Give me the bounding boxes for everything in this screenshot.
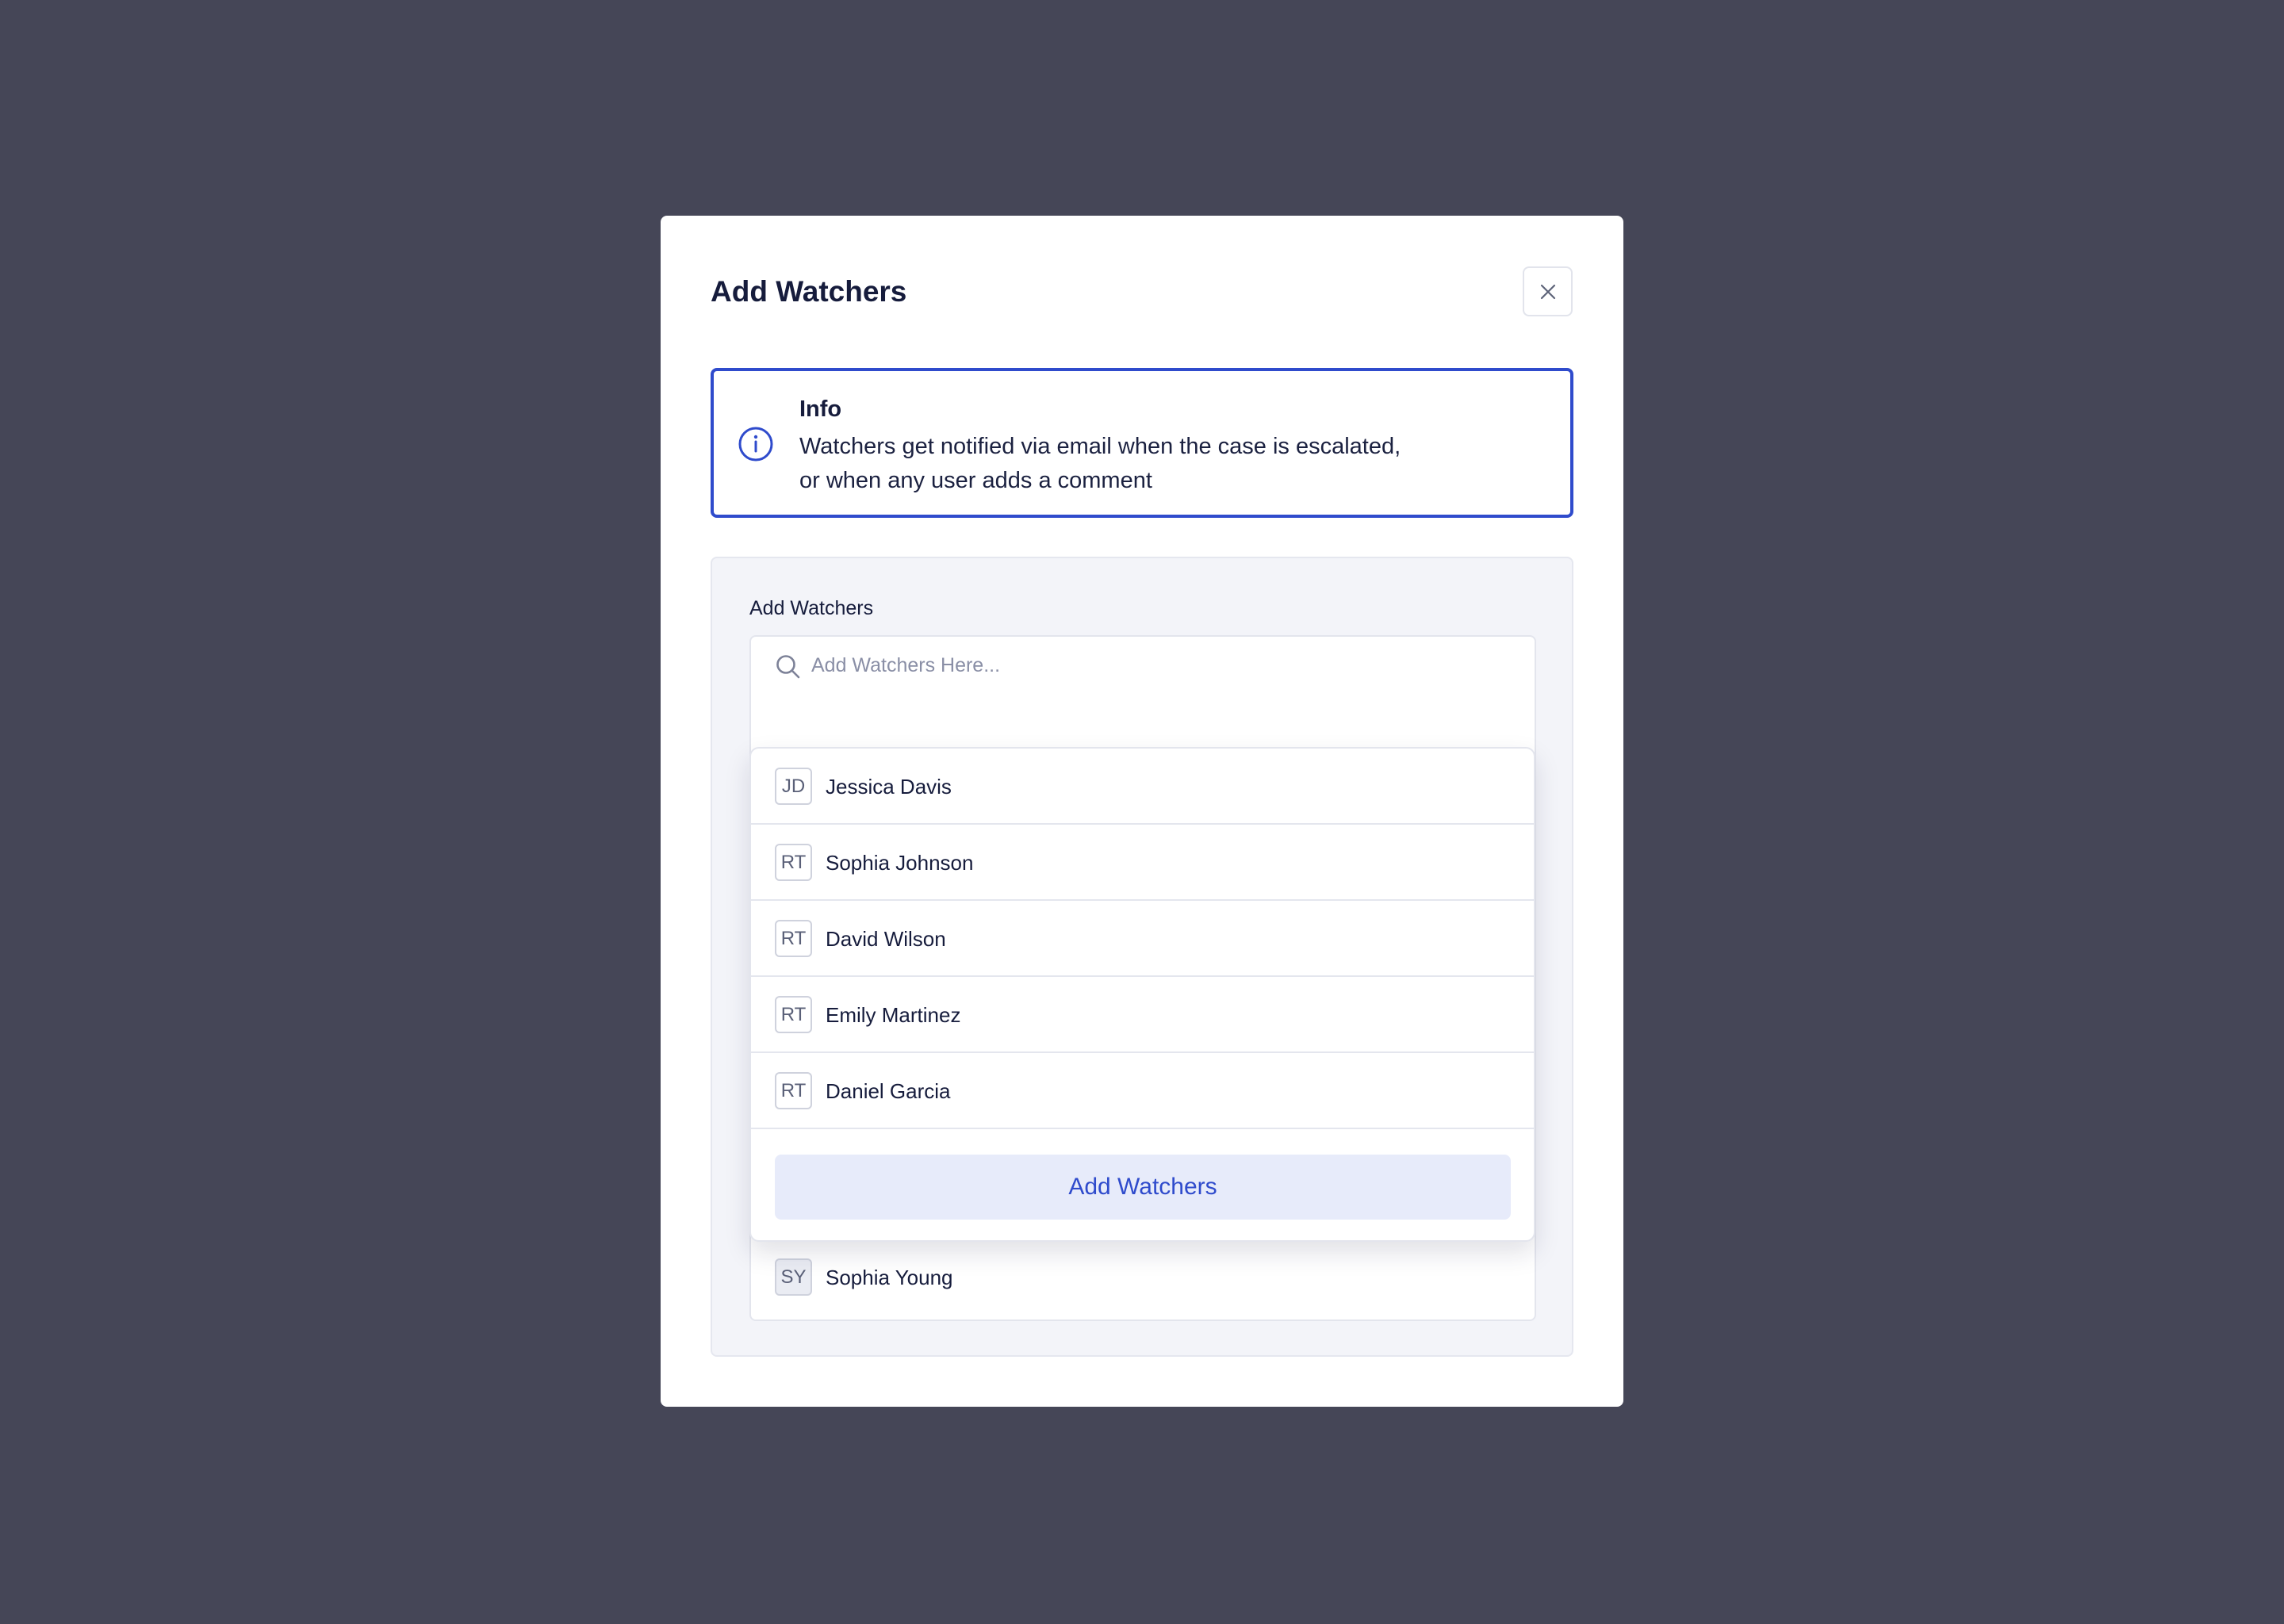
modal-title: Add Watchers <box>711 275 907 308</box>
info-title: Info <box>799 396 842 422</box>
avatar: RT <box>775 996 812 1033</box>
option-name: Jessica Davis <box>826 775 952 799</box>
info-message-line-2: or when any user adds a comment <box>799 468 1152 493</box>
dropdown-option[interactable]: RT Sophia Johnson <box>751 825 1534 901</box>
avatar: RT <box>775 920 812 957</box>
info-banner: Info Watchers get notified via email whe… <box>711 368 1573 518</box>
close-icon <box>1540 284 1555 299</box>
info-icon <box>738 427 773 462</box>
info-message: Watchers get notified via email when the… <box>799 430 1513 498</box>
option-name: Sophia Johnson <box>826 851 974 875</box>
search-icon <box>776 655 800 679</box>
dropdown-option[interactable]: JD Jessica Davis <box>751 749 1534 825</box>
close-button[interactable] <box>1523 266 1573 316</box>
avatar: RT <box>775 1072 812 1109</box>
search-input[interactable] <box>811 648 1509 683</box>
dropdown-option[interactable]: RT David Wilson <box>751 901 1534 977</box>
watchers-field-label: Add Watchers <box>749 597 874 619</box>
option-name: David Wilson <box>826 927 946 951</box>
info-message-line-1: Watchers get notified via email when the… <box>799 434 1401 459</box>
option-name: Daniel Garcia <box>826 1079 951 1103</box>
watchers-dropdown: JD Jessica Davis RT Sophia Johnson RT Da… <box>749 747 1535 1242</box>
avatar: SY <box>775 1258 812 1296</box>
dropdown-option[interactable]: RT Daniel Garcia <box>751 1053 1534 1129</box>
avatar: JD <box>775 768 812 805</box>
watcher-name: Sophia Young <box>826 1266 953 1289</box>
selected-watcher[interactable]: SY Sophia Young <box>751 1258 1535 1306</box>
dropdown-list: JD Jessica Davis RT Sophia Johnson RT Da… <box>751 749 1534 1129</box>
avatar: RT <box>775 844 812 881</box>
add-watchers-button[interactable]: Add Watchers <box>775 1155 1511 1220</box>
dropdown-option[interactable]: RT Emily Martinez <box>751 977 1534 1053</box>
dropdown-footer: Add Watchers <box>751 1129 1534 1240</box>
option-name: Emily Martinez <box>826 1003 961 1027</box>
